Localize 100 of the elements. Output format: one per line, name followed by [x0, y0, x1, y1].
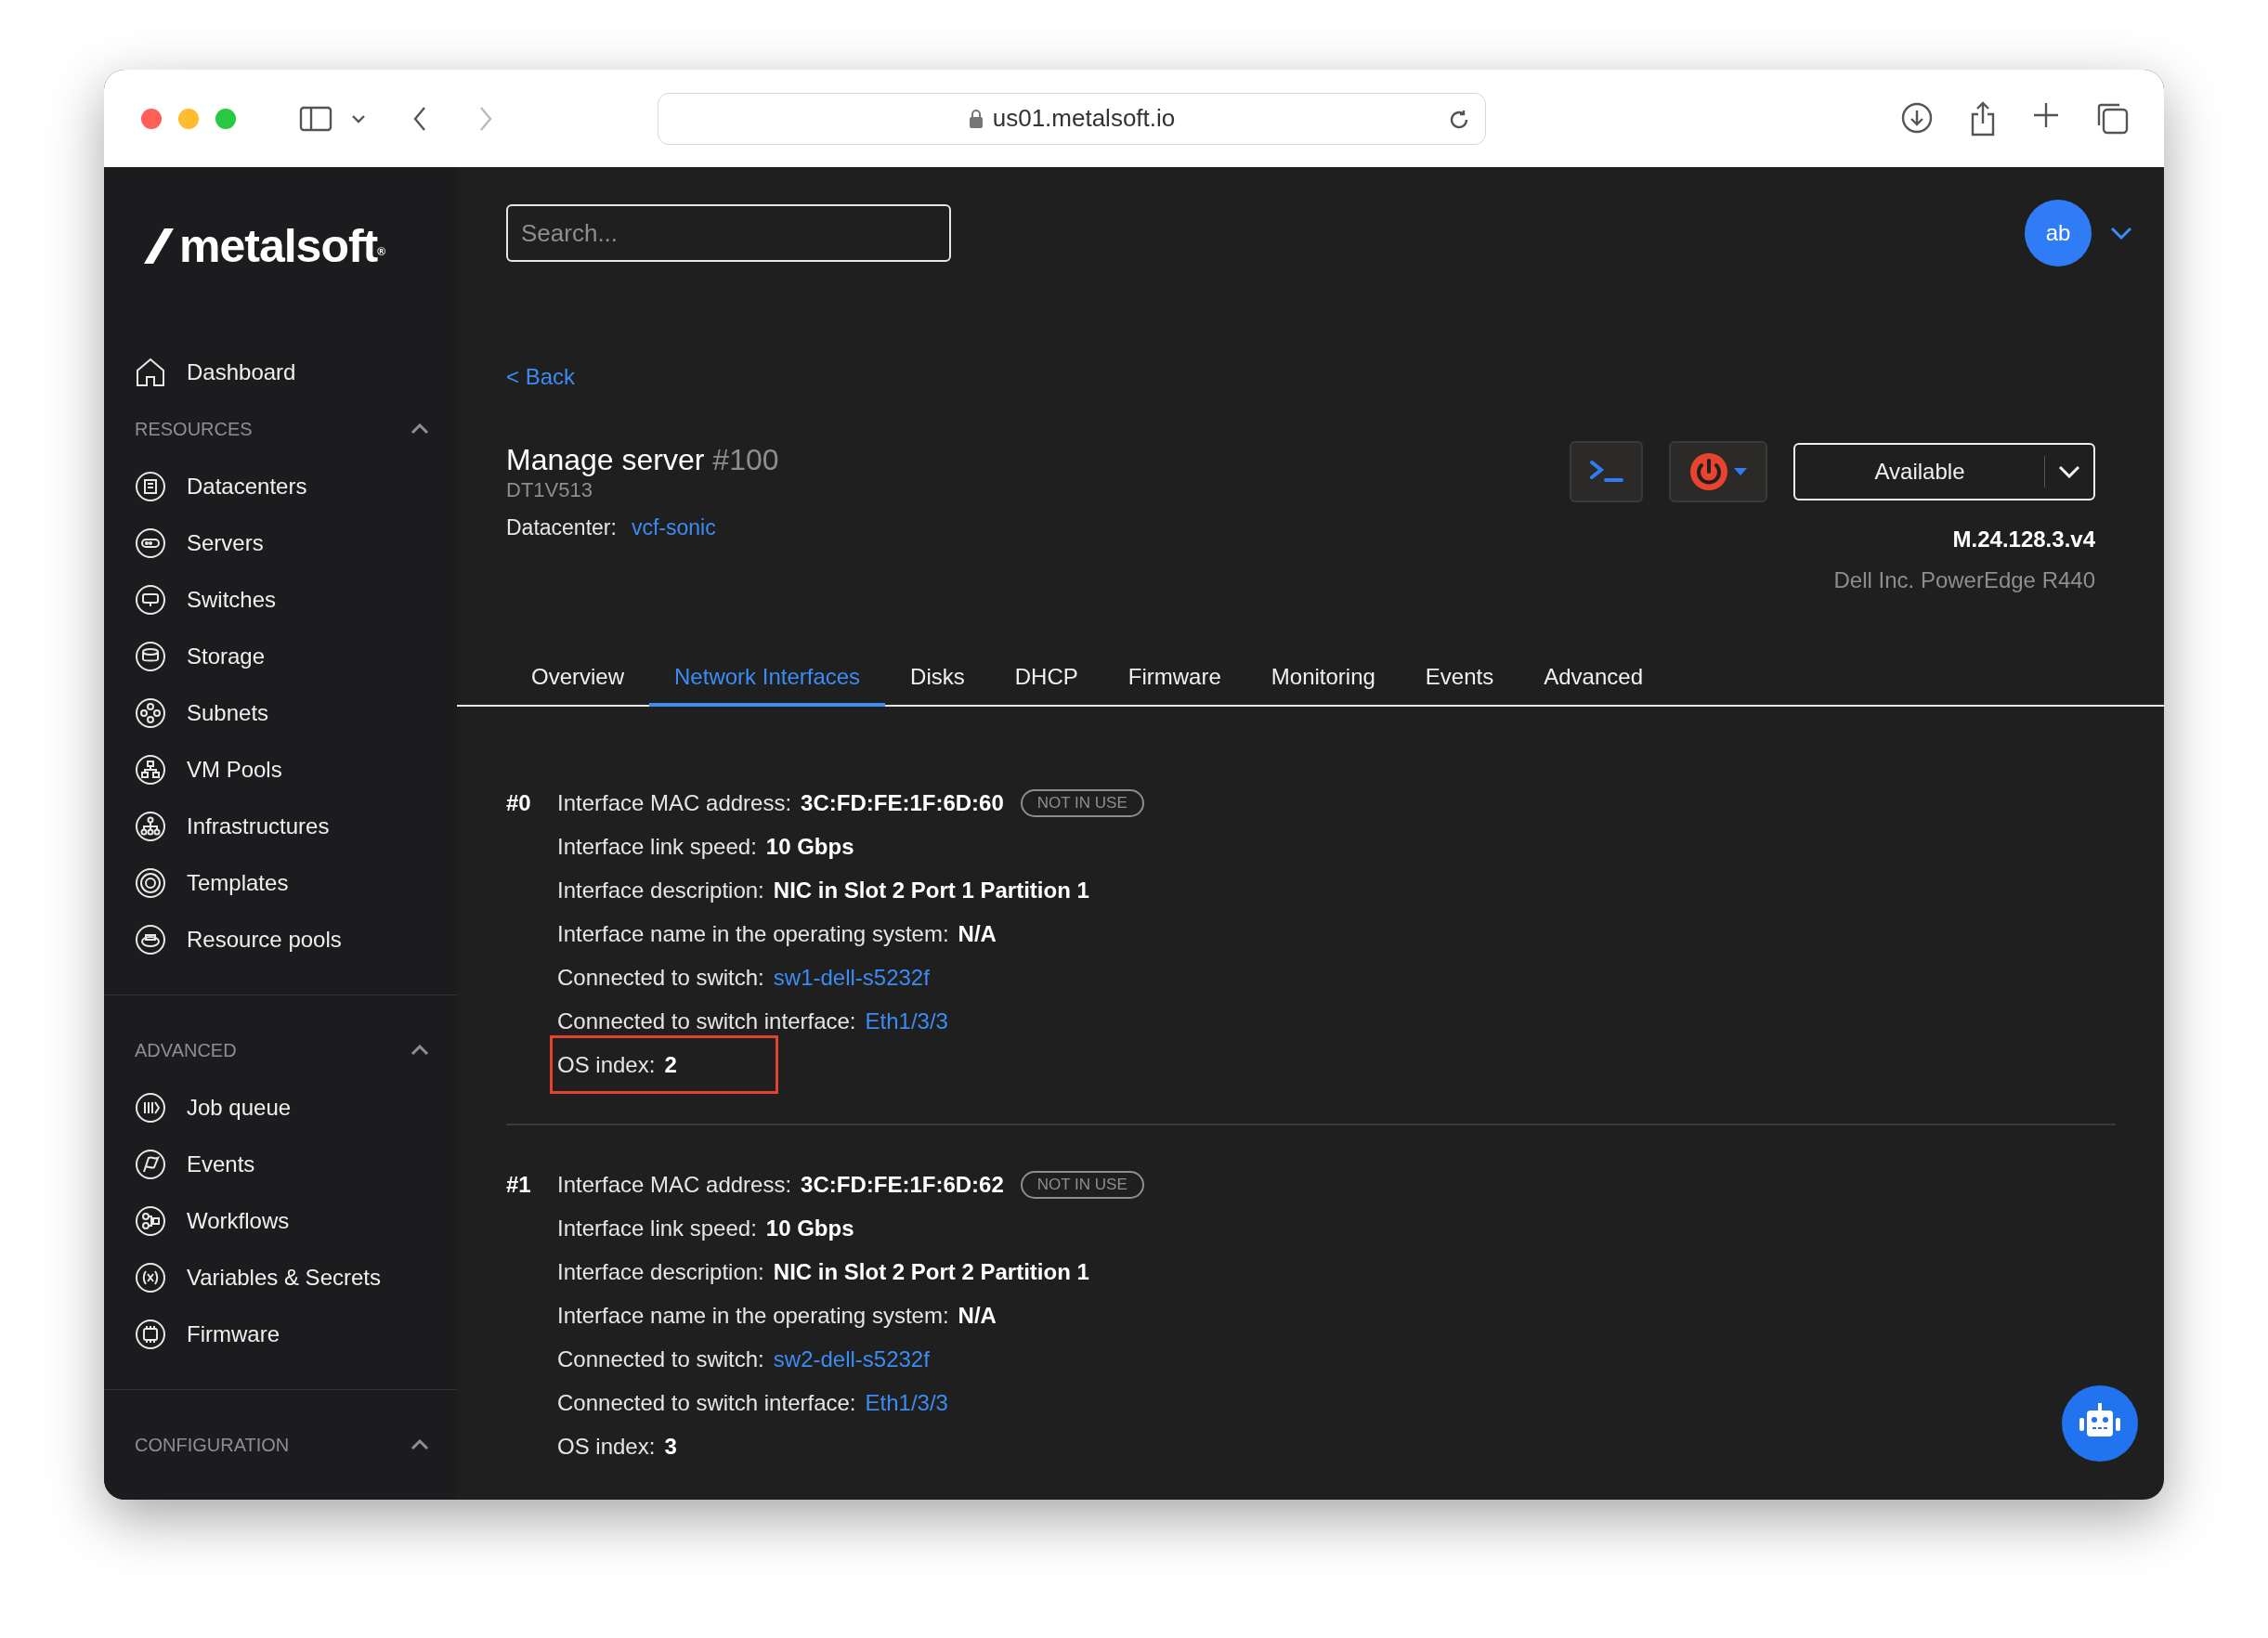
queue-icon — [135, 1091, 166, 1124]
page-title: Manage server #100 — [506, 442, 779, 478]
sidebar-item[interactable]: Events — [104, 1136, 457, 1192]
flag-icon — [135, 1148, 166, 1180]
field-label: Interface name in the operating system: — [557, 1302, 949, 1329]
field-value: NIC in Slot 2 Port 2 Partition 1 — [773, 1258, 1089, 1285]
sidebar-item-label: Storage — [187, 643, 266, 670]
share-icon[interactable] — [1969, 100, 1997, 136]
field-value: 10 Gbps — [765, 1215, 854, 1242]
sidebar-item[interactable]: Subnets — [104, 684, 457, 741]
user-avatar[interactable]: ab — [2025, 200, 2092, 266]
power-icon — [1689, 452, 1728, 491]
sidebar-item[interactable]: Workflows — [104, 1192, 457, 1249]
variable-icon — [135, 1261, 166, 1294]
sidebar-item-label: Subnets — [187, 699, 269, 726]
flow-icon — [135, 1204, 166, 1237]
section-heading: CONFIGURATION — [135, 1434, 290, 1456]
url-text: us01.metalsoft.io — [992, 104, 1176, 133]
sidebar-item[interactable]: Infrastructures — [104, 798, 457, 854]
switch-link[interactable]: sw2-dell-s5232f — [773, 1346, 930, 1372]
chevron-up-icon[interactable] — [411, 1045, 429, 1056]
sidebar-item[interactable]: Servers — [104, 514, 457, 571]
back-link[interactable]: < Back — [506, 364, 576, 390]
tab[interactable]: Network Interfaces — [649, 651, 886, 707]
sidebar-item[interactable]: Datacenters — [104, 458, 457, 514]
sidebar-item[interactable]: Storage — [104, 628, 457, 684]
hierarchy-icon — [135, 810, 166, 842]
interface-index: #0 — [506, 789, 532, 817]
field-label: Interface link speed: — [557, 833, 757, 860]
status-dropdown[interactable]: Available — [1793, 443, 2095, 500]
sidebar-item-label: Dashboard — [187, 358, 296, 385]
section-heading: ADVANCED — [135, 1039, 237, 1061]
switch-link[interactable]: sw1-dell-s5232f — [773, 964, 930, 991]
tab[interactable]: Overview — [506, 651, 650, 707]
tab[interactable]: Firmware — [1102, 651, 1246, 707]
hierarchy-icon — [135, 753, 166, 786]
sidebar-item[interactable]: Switches — [104, 571, 457, 628]
console-button[interactable] — [1570, 441, 1643, 502]
power-button[interactable] — [1669, 441, 1767, 502]
lock-icon — [968, 108, 984, 129]
field-label: Connected to switch: — [557, 964, 764, 991]
field-value: 10 Gbps — [765, 833, 854, 860]
sidebar-item[interactable]: Job queue — [104, 1079, 457, 1136]
field-label: OS index: — [557, 1051, 656, 1078]
sidebar-item[interactable]: Templates — [104, 854, 457, 911]
field-label: OS index: — [557, 1433, 656, 1460]
chevron-down-icon — [2058, 465, 2080, 478]
datacenter-link[interactable]: vcf-sonic — [631, 515, 716, 540]
tab[interactable]: Events — [1400, 651, 1519, 707]
field-label: Interface description: — [557, 1258, 764, 1285]
plus-icon[interactable] — [2032, 100, 2060, 129]
chevron-up-icon[interactable] — [411, 423, 429, 435]
network-icon — [135, 696, 166, 729]
sidebar-item[interactable]: Variables & Secrets — [104, 1249, 457, 1306]
back-icon[interactable] — [412, 105, 427, 132]
field-label: Interface description: — [557, 877, 764, 904]
field-label: Interface MAC address: — [557, 1171, 792, 1198]
field-label: Connected to switch interface: — [557, 1008, 856, 1034]
field-value: 3C:FD:FE:1F:6D:60 — [801, 789, 1004, 816]
sidebar-item[interactable]: Resource pools — [104, 911, 457, 968]
sidebar-item-label: Servers — [187, 529, 264, 556]
tab[interactable]: DHCP — [989, 651, 1103, 707]
address-bar[interactable]: us01.metalsoft.io — [658, 92, 1486, 145]
tab[interactable]: Advanced — [1519, 651, 1668, 707]
switch-link[interactable]: Eth1/3/3 — [865, 1008, 948, 1034]
status-badge: NOT IN USE — [1020, 788, 1144, 817]
database-icon — [135, 640, 166, 672]
sidebar-item-label: Workflows — [187, 1207, 290, 1234]
chip-icon — [135, 1318, 166, 1350]
chevron-up-icon[interactable] — [411, 1439, 429, 1450]
field-value: NIC in Slot 2 Port 1 Partition 1 — [773, 877, 1089, 904]
download-icon[interactable] — [1900, 100, 1934, 135]
status-badge: NOT IN USE — [1020, 1170, 1144, 1199]
chevron-down-icon[interactable] — [351, 113, 366, 124]
terminal-icon — [1588, 460, 1624, 484]
field-value: 3 — [664, 1433, 677, 1460]
sidebar-item-label: Job queue — [187, 1094, 292, 1121]
tab[interactable]: Monitoring — [1245, 651, 1401, 707]
chevron-down-icon[interactable] — [2110, 227, 2132, 240]
field-label: Interface MAC address: — [557, 789, 792, 816]
reload-icon[interactable] — [1448, 108, 1470, 131]
sidebar-icon[interactable] — [299, 105, 332, 132]
firmware-version: M.24.128.3.v4 — [1952, 526, 2095, 552]
sidebar-item-label: Switches — [187, 586, 277, 613]
sidebar-item-label: Firmware — [187, 1320, 280, 1347]
search-field[interactable]: Search... — [506, 204, 951, 262]
sidebar-item-label: Templates — [187, 869, 289, 896]
sidebar-item[interactable]: VM Pools — [104, 741, 457, 798]
serial-number: DT1V513 — [506, 478, 593, 502]
tab[interactable]: Disks — [885, 651, 990, 707]
sidebar-item[interactable]: Dashboard — [104, 344, 457, 400]
home-icon — [135, 356, 166, 388]
field-label: Interface name in the operating system: — [557, 920, 949, 947]
datacenter-label: Datacenter: — [506, 515, 617, 540]
switch-icon — [135, 583, 166, 616]
switch-link[interactable]: Eth1/3/3 — [865, 1389, 948, 1416]
sidebar-item[interactable]: Firmware — [104, 1306, 457, 1362]
close-window-icon[interactable] — [141, 108, 162, 129]
sidebar-item-label: Resource pools — [187, 926, 342, 953]
slash-logo-icon — [144, 228, 174, 264]
